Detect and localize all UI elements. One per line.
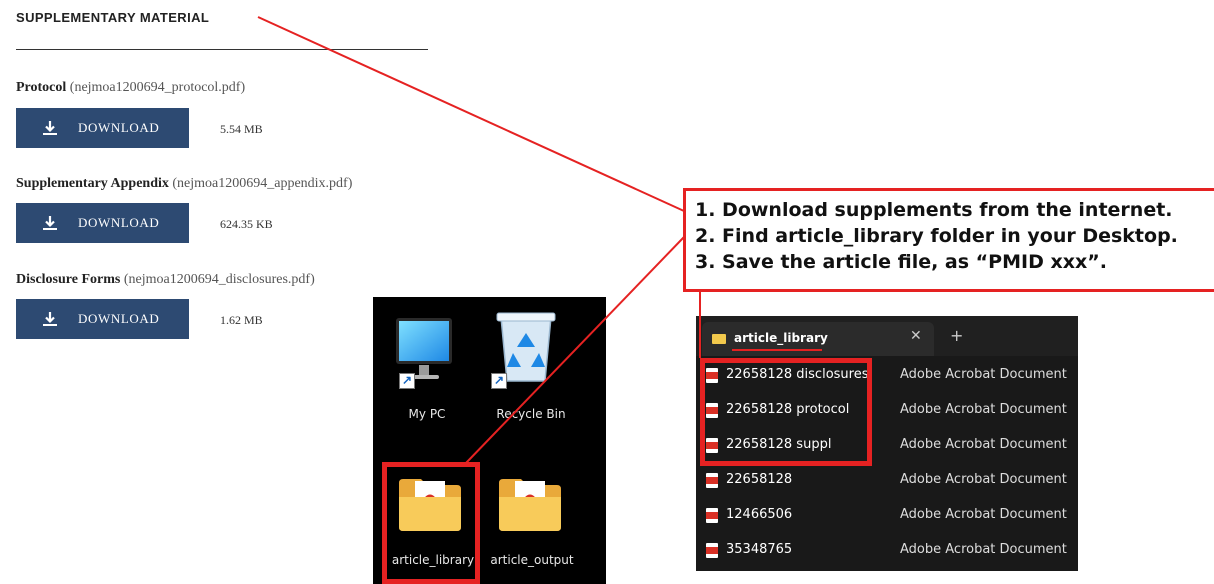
file-size: 624.35 KB (220, 217, 273, 231)
pdf-file-icon (706, 438, 718, 453)
new-tab-icon[interactable]: + (950, 326, 963, 345)
file-name: 35348765 (726, 542, 793, 557)
pdf-file-icon (706, 543, 718, 558)
file-row[interactable]: 22658128 disclosures Adobe Acrobat Docum… (696, 358, 1078, 393)
download-label: DOWNLOAD (78, 120, 160, 135)
file-size: 1.62 MB (220, 313, 263, 327)
tab-article-library[interactable]: article_library ✕ (702, 322, 934, 356)
file-name: 12466506 (726, 507, 793, 522)
file-name: 22658128 protocol (726, 402, 850, 417)
tab-label-underline (732, 349, 822, 351)
file-name: 22658128 disclosures (726, 367, 869, 382)
desktop-icon-article-library[interactable]: article_library (385, 467, 475, 577)
close-icon[interactable]: ✕ (910, 328, 922, 344)
folder-icon (712, 334, 726, 344)
instruction-callout: 1. Download supplements from the interne… (683, 188, 1214, 292)
desktop-icon-article-output[interactable]: article_output (487, 467, 577, 577)
appendix-download-button[interactable]: DOWNLOAD (16, 203, 189, 243)
desktop-icon-label: My PC (408, 407, 446, 421)
protocol-download-button[interactable]: DOWNLOAD (16, 108, 189, 148)
download-label: DOWNLOAD (78, 215, 160, 230)
appendix-heading: Supplementary Appendix (nejmoa1200694_ap… (16, 176, 352, 192)
section-divider (16, 49, 428, 50)
desktop-icon-recycle-bin[interactable]: ↗ Recycle Bin (491, 309, 571, 425)
disclosures-heading: Disclosure Forms (nejmoa1200694_disclosu… (16, 272, 315, 288)
protocol-heading: Protocol (nejmoa1200694_protocol.pdf) (16, 80, 245, 96)
desktop-icon-label: article_library (391, 553, 475, 567)
shortcut-arrow-icon: ↗ (399, 373, 415, 389)
file-row[interactable]: 22658128 Adobe Acrobat Document (696, 463, 1078, 498)
tab-label: article_library (734, 331, 828, 345)
file-type: Adobe Acrobat Document (900, 472, 1067, 487)
file-name[interactable]: (nejmoa1200694_protocol.pdf) (70, 80, 245, 95)
pdf-file-icon (706, 473, 718, 488)
file-name: 22658128 (726, 472, 793, 487)
file-row[interactable]: 35348765 Adobe Acrobat Document (696, 533, 1078, 568)
supplementary-title: SUPPLEMENTARY MATERIAL (16, 10, 210, 25)
file-row[interactable]: 12466506 Adobe Acrobat Document (696, 498, 1078, 533)
file-row[interactable]: 22658128 suppl Adobe Acrobat Document (696, 428, 1078, 463)
download-icon (43, 216, 57, 230)
file-row[interactable]: 22658128 protocol Adobe Acrobat Document (696, 393, 1078, 428)
instruction-step-3: 3. Save the article file, as “PMID xxx”. (695, 251, 1107, 273)
desktop-icon-my-pc[interactable]: ↗ My PC (393, 315, 463, 425)
file-label: Disclosure Forms (16, 272, 121, 287)
explorer-tab-bar: article_library ✕ + (696, 316, 1078, 356)
pdf-folder-icon (499, 479, 561, 531)
download-label: DOWNLOAD (78, 311, 160, 326)
pdf-folder-icon (399, 479, 461, 531)
file-explorer-window: article_library ✕ + 22658128 disclosures… (696, 316, 1078, 571)
file-name[interactable]: (nejmoa1200694_disclosures.pdf) (124, 272, 315, 287)
pdf-file-icon (706, 368, 718, 383)
pdf-file-icon (706, 403, 718, 418)
disclosures-download-button[interactable]: DOWNLOAD (16, 299, 189, 339)
desktop-icon-label: article_output (490, 553, 574, 567)
file-label: Protocol (16, 80, 67, 95)
instruction-step-2: 2. Find article_library folder in your D… (695, 225, 1178, 247)
file-size: 5.54 MB (220, 122, 263, 136)
file-label: Supplementary Appendix (16, 176, 169, 191)
file-type: Adobe Acrobat Document (900, 437, 1067, 452)
file-type: Adobe Acrobat Document (900, 507, 1067, 522)
pdf-file-icon (706, 508, 718, 523)
download-icon (43, 312, 57, 326)
file-type: Adobe Acrobat Document (900, 402, 1067, 417)
file-type: Adobe Acrobat Document (900, 542, 1067, 557)
download-icon (43, 121, 57, 135)
instruction-step-1: 1. Download supplements from the interne… (695, 199, 1173, 221)
file-name: 22658128 suppl (726, 437, 832, 452)
file-type: Adobe Acrobat Document (900, 367, 1067, 382)
desktop-area: ↗ My PC ↗ Recycle Bin article_library ar… (373, 297, 606, 584)
desktop-icon-label: Recycle Bin (496, 407, 566, 421)
shortcut-arrow-icon: ↗ (491, 373, 507, 389)
file-name[interactable]: (nejmoa1200694_appendix.pdf) (172, 176, 352, 191)
